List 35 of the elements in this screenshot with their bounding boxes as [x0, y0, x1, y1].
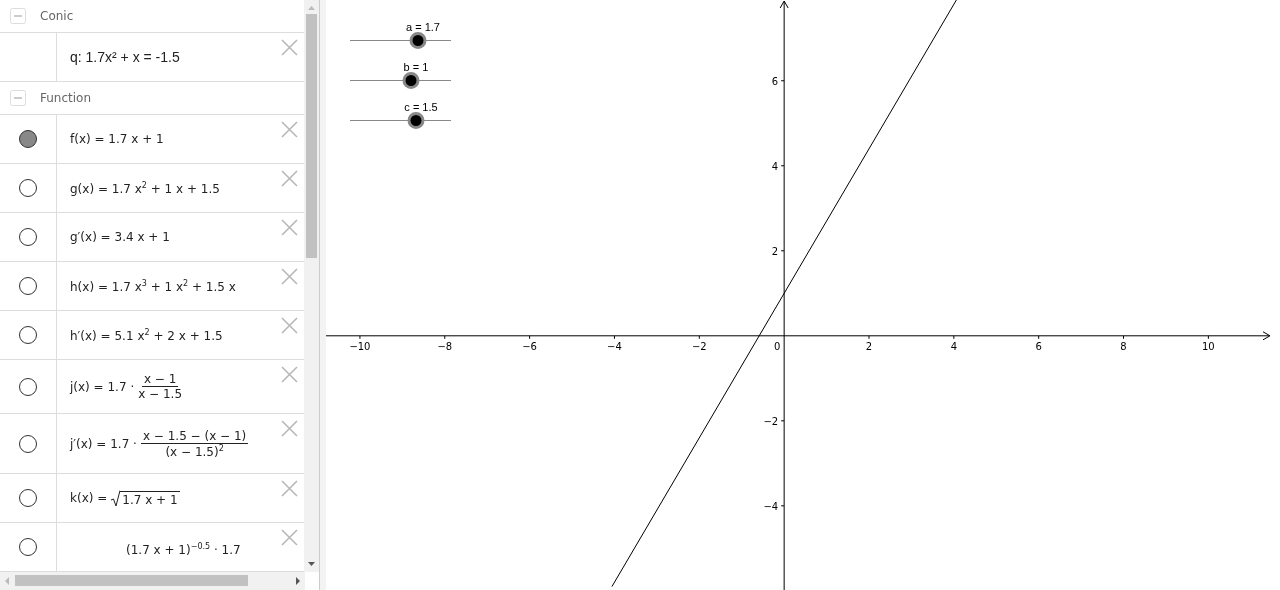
slider-label: b = 1 — [403, 61, 429, 73]
axis-tick-label: −2 — [691, 340, 707, 352]
function-definition: h(x) = 1.7 x$^{3}$ + 1 x$^{2}$ + 1.5 x — [70, 278, 236, 294]
function-definition: (1.7 x + 1)$^{−0.5}$ · 1.7 — [125, 542, 242, 557]
visibility-toggle[interactable] — [19, 130, 37, 148]
slider-label: c = 1.5 — [404, 101, 438, 113]
function-definition: g′(x) = 3.4 x + 1 — [70, 230, 170, 244]
axis-tick-label: 0 — [773, 340, 781, 352]
axis-tick-label: 4 — [950, 340, 958, 352]
horizontal-scrollbar[interactable] — [0, 572, 305, 590]
function-definition: f(x) = 1.7 x + 1 — [70, 132, 164, 146]
square-root-sign-icon — [111, 489, 121, 507]
slider-label: a = 1.7 — [406, 21, 440, 33]
axis-tick-label: −10 — [349, 340, 371, 352]
axis-tick-label: −4 — [607, 340, 622, 352]
axis-tick-label: 8 — [1120, 340, 1127, 352]
function-definition: k(x) = 1.7 x + 1 — [70, 489, 180, 507]
axis-tick-label: −4 — [763, 500, 779, 512]
axis-tick-label: −2 — [763, 415, 779, 427]
equation-text: q: 1.7x² + x = -1.5 — [70, 49, 180, 65]
axis-tick-label: 10 — [1202, 340, 1215, 352]
function-definition: h′(x) = 5.1 x$^{2}$ + 2 x + 1.5 — [70, 327, 223, 343]
axis-tick-label: 6 — [771, 75, 779, 87]
axis-tick-label: −6 — [522, 340, 537, 352]
axis-tick-label: −8 — [437, 340, 453, 352]
axis-tick-label: 2 — [865, 340, 873, 352]
axis-tick-label: 4 — [771, 160, 779, 172]
slider-thumb[interactable] — [402, 72, 420, 89]
axis-tick-label: 6 — [1035, 340, 1042, 352]
slider-thumb[interactable] — [407, 112, 425, 129]
axis-tick-label: 2 — [771, 245, 779, 257]
group-header: Conic — [40, 9, 74, 23]
slider-thumb[interactable] — [409, 32, 427, 49]
function-definition: g(x) = 1.7 x$^{2}$ + 1 x + 1.5 — [70, 180, 220, 196]
group-header: Function — [40, 91, 92, 105]
